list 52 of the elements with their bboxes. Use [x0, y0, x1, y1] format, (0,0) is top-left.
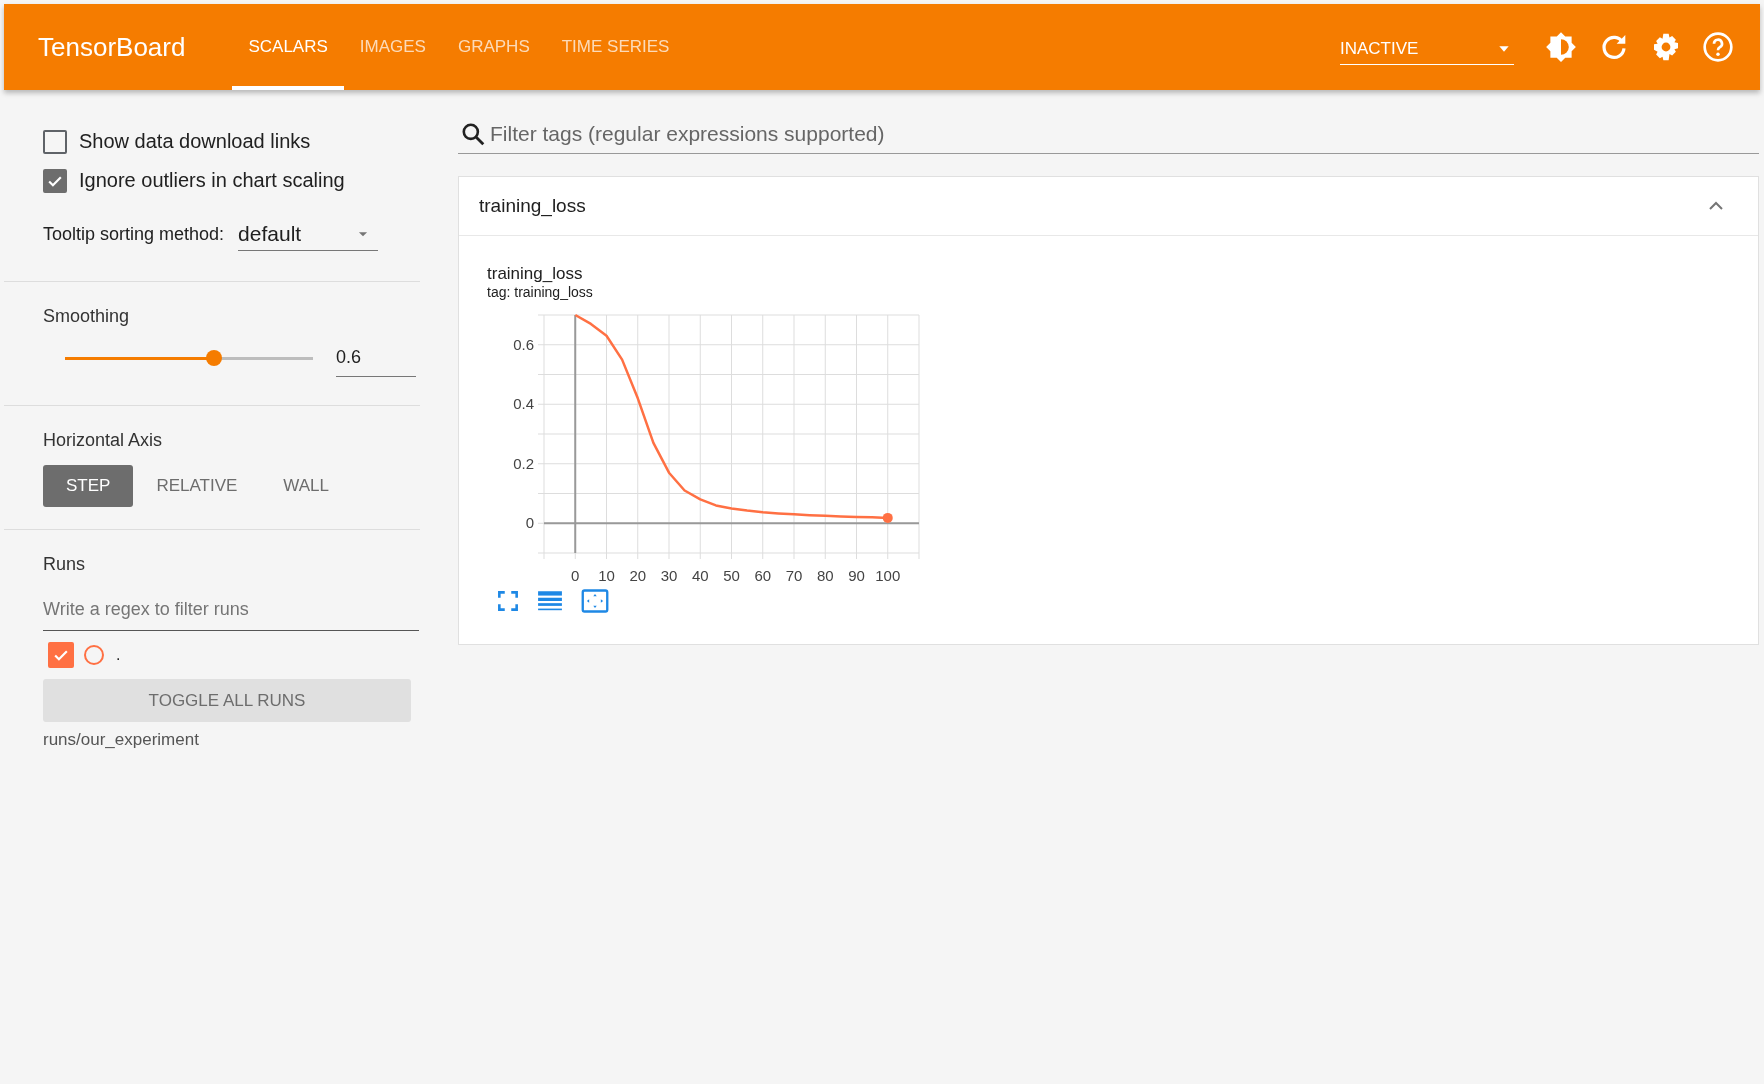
- axis-toggle-button[interactable]: STEP: [43, 465, 134, 507]
- section-title: Horizontal Axis: [43, 430, 164, 451]
- checkbox[interactable]: [43, 168, 67, 193]
- x-tick-label: 0: [571, 567, 580, 584]
- help-icon[interactable]: [1702, 31, 1734, 63]
- x-tick-label: 10: [598, 567, 615, 584]
- smoothing-input[interactable]: 0.6: [336, 341, 416, 377]
- run-color-circle[interactable]: [84, 645, 104, 665]
- x-tick-label: 50: [723, 567, 740, 584]
- brightness-icon[interactable]: [1544, 30, 1578, 64]
- y-tick-label: 0.2: [513, 454, 534, 472]
- x-tick-label: 40: [691, 567, 709, 584]
- axis-toggle-button[interactable]: RELATIVE: [133, 465, 261, 507]
- x-tick-label: 70: [785, 567, 803, 584]
- slider-thumb[interactable]: [205, 350, 222, 366]
- section-title: Runs: [43, 554, 87, 575]
- nav-tab[interactable]: GRAPHS: [441, 4, 546, 90]
- card-title: training_loss: [479, 195, 586, 217]
- y-tick-label: 0.6: [513, 335, 534, 353]
- fit-domain-icon[interactable]: [579, 587, 611, 615]
- nav-tab[interactable]: TIME SERIES: [545, 4, 686, 90]
- axis-toggle-button[interactable]: WALL: [260, 465, 352, 507]
- y-tick-label: 0.4: [513, 395, 534, 413]
- nav-tab[interactable]: SCALARS: [232, 4, 344, 90]
- tooltip-sorting-label: Tooltip sorting method:: [43, 224, 225, 245]
- sorting-dropdown[interactable]: default: [238, 218, 379, 251]
- chart-title: training_loss: [487, 264, 584, 284]
- run-state-dropdown[interactable]: INACTIVE: [1340, 33, 1514, 65]
- x-tick-label: 80: [816, 567, 834, 584]
- toggle-all-runs-button[interactable]: TOGGLE ALL RUNS: [43, 679, 411, 722]
- app-title: TensorBoard: [38, 31, 186, 63]
- run-directory: runs/our_experiment: [43, 730, 200, 750]
- fullscreen-icon[interactable]: [495, 588, 521, 614]
- run-filter-field[interactable]: Write a regex to filter runs: [43, 589, 419, 631]
- search-icon: [460, 121, 486, 147]
- run-name: .: [116, 646, 121, 664]
- x-tick-label: 100: [875, 567, 901, 584]
- last-point-marker: [882, 512, 893, 523]
- run-checkbox[interactable]: [48, 642, 74, 668]
- x-tick-label: 30: [660, 567, 678, 584]
- x-tick-label: 20: [629, 567, 647, 584]
- section-title: Smoothing: [43, 306, 131, 327]
- slider[interactable]: [65, 350, 313, 368]
- tag-filter-field[interactable]: Filter tags (regular expressions supported): [458, 114, 1759, 154]
- checkbox[interactable]: [43, 129, 67, 154]
- checkbox-label: Show data download links: [79, 130, 311, 153]
- checkbox-label: Ignore outliers in chart scaling: [79, 169, 345, 192]
- chart-subtitle: tag: training_loss: [487, 284, 594, 300]
- y-tick-label: 0: [525, 514, 534, 532]
- nav-tab[interactable]: IMAGES: [343, 4, 442, 90]
- x-tick-label: 60: [754, 567, 772, 584]
- x-tick-label: 90: [848, 567, 865, 584]
